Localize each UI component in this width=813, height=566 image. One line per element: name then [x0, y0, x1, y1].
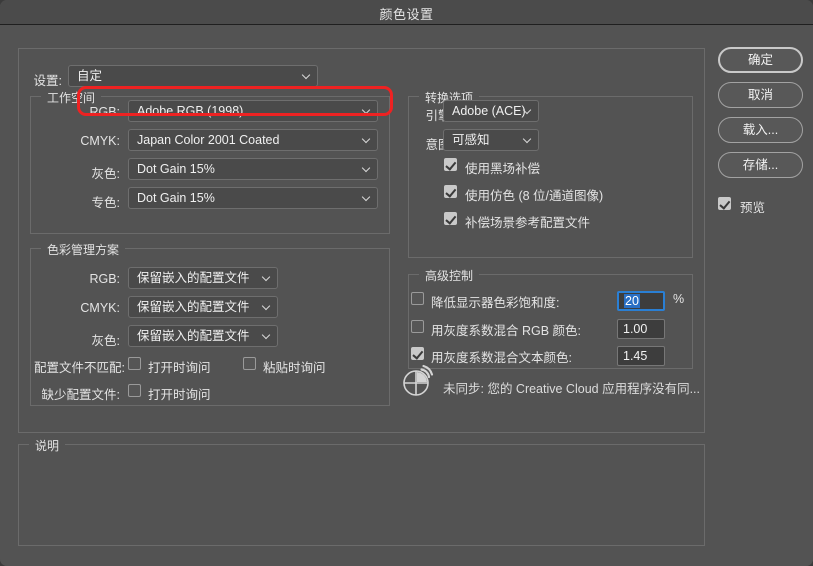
chevron-down-icon [363, 107, 370, 114]
title-bar: 颜色设置 [0, 0, 813, 25]
ws-spot-value: Dot Gain 15% [137, 191, 215, 205]
blend-rgb-gamma-checkbox[interactable] [411, 320, 424, 333]
policy-gray-label: 灰色: [91, 334, 120, 348]
ws-rgb-select[interactable]: Adobe RGB (1998) [128, 100, 378, 122]
policies-legend: 色彩管理方案 [41, 241, 126, 258]
cancel-button[interactable]: 取消 [718, 82, 803, 108]
desaturate-monitor-colors-label: 降低显示器色彩饱和度: [431, 296, 560, 310]
advanced-controls-legend: 高级控制 [419, 267, 480, 284]
chevron-down-icon [263, 303, 270, 310]
sync-status-text: 未同步: 您的 Creative Cloud 应用程序没有同... [443, 382, 700, 396]
ok-button[interactable]: 确定 [718, 47, 803, 73]
load-button[interactable]: 载入... [718, 117, 803, 143]
intent-select[interactable]: 可感知 [443, 129, 539, 151]
blend-text-gamma-input[interactable]: 1.45 [617, 346, 665, 366]
ws-gray-label: 灰色: [91, 167, 120, 181]
scene-referred-profiles-checkbox[interactable] [444, 212, 457, 225]
settings-select-value: 自定 [77, 69, 103, 83]
policy-gray-value: 保留嵌入的配置文件 [137, 329, 250, 343]
ws-gray-select[interactable]: Dot Gain 15% [128, 158, 378, 180]
policy-rgb-select[interactable]: 保留嵌入的配置文件 [128, 267, 278, 289]
use-dither-label: 使用仿色 (8 位/通道图像) [465, 189, 604, 203]
dialog-title: 颜色设置 [379, 7, 434, 22]
mismatch-ask-pasting-checkbox[interactable] [243, 357, 256, 370]
color-settings-dialog: 颜色设置 设置: 自定 工作空间 RGB: Adobe RGB (1998) C… [0, 0, 813, 566]
missing-ask-opening-checkbox[interactable] [128, 384, 141, 397]
desaturate-monitor-colors-value: 20 [624, 294, 640, 308]
desaturate-monitor-colors-checkbox[interactable] [411, 292, 424, 305]
ws-rgb-value: Adobe RGB (1998) [137, 104, 244, 118]
chevron-down-icon [524, 136, 531, 143]
blend-text-gamma-value: 1.45 [623, 349, 648, 363]
mismatch-ask-pasting-label: 粘贴时询问 [263, 361, 326, 375]
chevron-down-icon [363, 194, 370, 201]
chevron-down-icon [263, 332, 270, 339]
missing-profiles-label: 缺少配置文件: [41, 388, 120, 402]
chevron-down-icon [303, 72, 310, 79]
policy-cmyk-select[interactable]: 保留嵌入的配置文件 [128, 296, 278, 318]
ws-spot-select[interactable]: Dot Gain 15% [128, 187, 378, 209]
desaturate-percent-suffix: % [673, 292, 685, 306]
blend-text-gamma-label: 用灰度系数混合文本颜色: [431, 351, 572, 365]
ws-spot-label: 专色: [91, 196, 120, 210]
profile-mismatches-label: 配置文件不匹配: [34, 361, 125, 375]
chevron-down-icon [524, 107, 531, 114]
chevron-down-icon [363, 136, 370, 143]
blend-text-gamma-checkbox[interactable] [411, 347, 424, 360]
dialog-body: 设置: 自定 工作空间 RGB: Adobe RGB (1998) CMYK: … [0, 26, 813, 566]
scene-referred-profiles-label: 补偿场景参考配置文件 [465, 216, 591, 230]
intent-value: 可感知 [452, 133, 490, 147]
creative-cloud-sync-icon [400, 364, 434, 403]
blend-rgb-gamma-input[interactable]: 1.00 [617, 319, 665, 339]
save-button[interactable]: 存储... [718, 152, 803, 178]
preview-checkbox[interactable] [718, 197, 731, 210]
policy-rgb-value: 保留嵌入的配置文件 [137, 271, 250, 285]
blend-rgb-gamma-value: 1.00 [623, 322, 648, 336]
use-dither-checkbox[interactable] [444, 185, 457, 198]
description-legend: 说明 [29, 437, 66, 454]
ws-cmyk-value: Japan Color 2001 Coated [137, 133, 280, 147]
ws-gray-value: Dot Gain 15% [137, 162, 215, 176]
ws-cmyk-label: CMYK: [80, 134, 120, 148]
black-point-compensation-label: 使用黑场补偿 [465, 162, 541, 176]
policy-cmyk-value: 保留嵌入的配置文件 [137, 300, 250, 314]
mismatch-ask-opening-checkbox[interactable] [128, 357, 141, 370]
blend-rgb-gamma-label: 用灰度系数混合 RGB 颜色: [431, 324, 582, 338]
settings-select[interactable]: 自定 [68, 65, 318, 87]
engine-value: Adobe (ACE) [452, 104, 526, 118]
policy-rgb-label: RGB: [89, 272, 120, 286]
chevron-down-icon [363, 165, 370, 172]
ws-rgb-label: RGB: [89, 105, 120, 119]
settings-label: 设置: [33, 74, 62, 88]
missing-ask-opening-label: 打开时询问 [148, 388, 211, 402]
policy-gray-select[interactable]: 保留嵌入的配置文件 [128, 325, 278, 347]
policy-cmyk-label: CMYK: [80, 301, 120, 315]
desaturate-monitor-colors-input[interactable]: 20 [617, 291, 665, 311]
ws-cmyk-select[interactable]: Japan Color 2001 Coated [128, 129, 378, 151]
description-group: 说明 [18, 437, 705, 546]
engine-select[interactable]: Adobe (ACE) [443, 100, 539, 122]
working-spaces-legend: 工作空间 [41, 89, 102, 106]
mismatch-ask-opening-label: 打开时询问 [148, 361, 211, 375]
chevron-down-icon [263, 274, 270, 281]
black-point-compensation-checkbox[interactable] [444, 158, 457, 171]
preview-label: 预览 [740, 201, 766, 215]
